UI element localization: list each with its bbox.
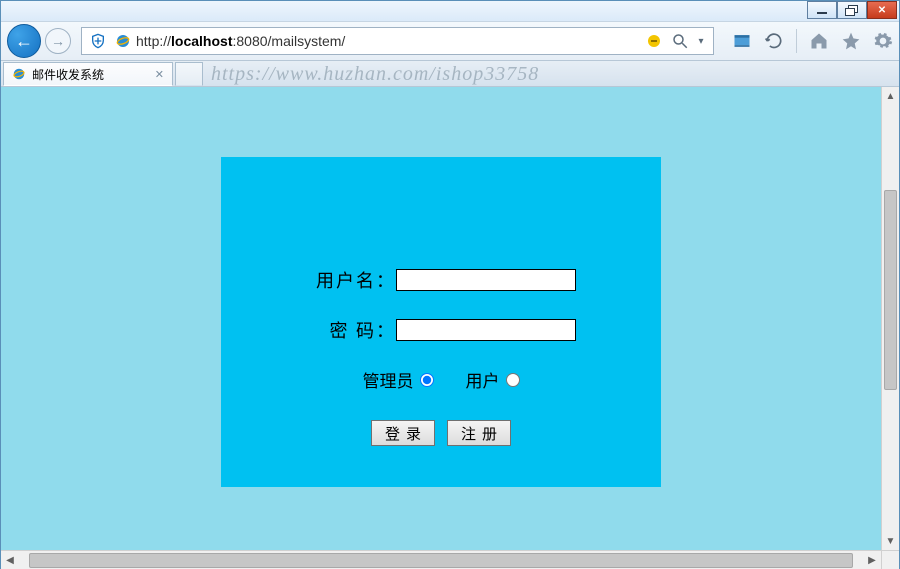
password-input[interactable] (396, 319, 576, 341)
vertical-scrollbar[interactable]: ▲ ▼ (881, 87, 899, 550)
nav-back-button[interactable] (7, 24, 41, 58)
tab-mailsystem[interactable]: 邮件收发系统 ✕ (3, 62, 173, 86)
role-admin-label: 管理员 (363, 367, 414, 392)
scroll-right-icon[interactable]: ▶ (863, 551, 881, 569)
username-label: 用户名： (306, 267, 396, 293)
window-minimize-button[interactable] (807, 1, 837, 19)
ie-favicon-icon (114, 32, 132, 50)
scroll-up-icon[interactable]: ▲ (882, 87, 899, 105)
role-user-radio[interactable] (506, 373, 520, 387)
login-button[interactable]: 登录 (371, 420, 435, 446)
address-bar[interactable]: http://localhost:8080/mailsystem/ ▾ (81, 27, 714, 55)
role-admin-option[interactable]: 管理员 (363, 367, 434, 392)
window-caption-bar (1, 1, 899, 21)
page-content: 用户名： 密 码： 管理员 用户 登录 注册 (1, 87, 881, 550)
tab-title: 邮件收发系统 (32, 66, 104, 83)
scroll-down-icon[interactable]: ▼ (882, 532, 899, 550)
login-panel: 用户名： 密 码： 管理员 用户 登录 注册 (221, 157, 661, 487)
refresh-icon[interactable] (764, 31, 784, 51)
compat-shield-icon[interactable] (86, 29, 110, 53)
vscroll-thumb[interactable] (884, 190, 897, 390)
browser-toolbar: http://localhost:8080/mailsystem/ ▾ (1, 21, 899, 61)
hscroll-track[interactable] (19, 551, 863, 569)
tab-strip: 邮件收发系统 ✕ https://www.huzhan.com/ishop337… (1, 61, 899, 87)
favorites-icon[interactable] (841, 31, 861, 51)
home-icon[interactable] (809, 31, 829, 51)
password-label: 密 码： (306, 317, 396, 343)
role-admin-radio[interactable] (420, 373, 434, 387)
window-restore-button[interactable] (837, 1, 867, 19)
compat-view-icon[interactable] (732, 31, 752, 51)
hscroll-thumb[interactable] (29, 553, 853, 568)
tab-close-icon[interactable]: ✕ (155, 68, 164, 81)
search-icon[interactable] (671, 32, 689, 50)
new-tab-button[interactable] (175, 62, 203, 86)
horizontal-scrollbar[interactable]: ◀ ▶ (1, 550, 899, 569)
role-user-label: 用户 (466, 367, 500, 392)
tab-favicon-icon (12, 67, 26, 81)
watermark-text: https://www.huzhan.com/ishop33758 (211, 63, 539, 86)
role-user-option[interactable]: 用户 (466, 367, 520, 392)
scroll-corner (881, 551, 899, 569)
window-close-button[interactable] (867, 1, 897, 19)
nav-forward-button[interactable] (45, 28, 71, 54)
vscroll-track[interactable] (882, 105, 899, 532)
address-url-text: http://localhost:8080/mailsystem/ (136, 33, 637, 49)
search-dropdown-icon[interactable]: ▾ (697, 32, 705, 50)
addon-indicator-icon[interactable] (645, 32, 663, 50)
tools-gear-icon[interactable] (873, 31, 893, 51)
username-input[interactable] (396, 269, 576, 291)
register-button[interactable]: 注册 (447, 420, 511, 446)
scroll-left-icon[interactable]: ◀ (1, 551, 19, 569)
